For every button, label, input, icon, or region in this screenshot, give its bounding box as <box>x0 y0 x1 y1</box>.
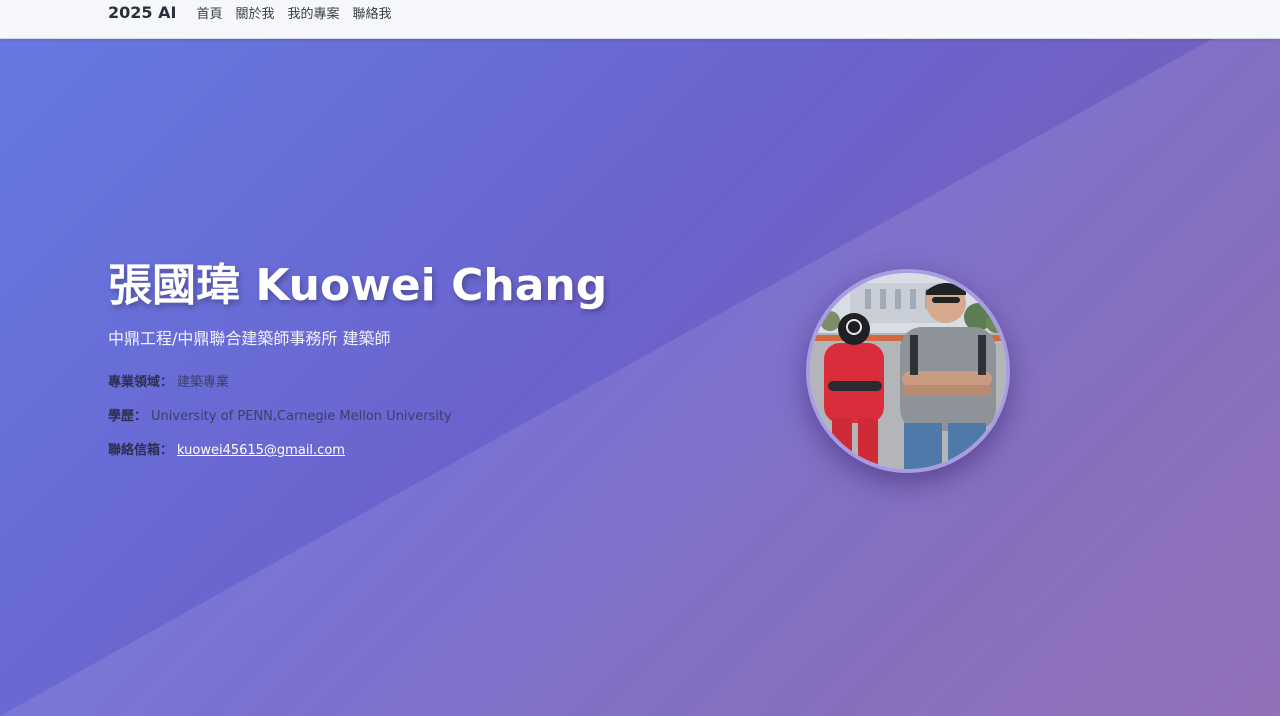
info-label-expertise: 專業領域： <box>108 375 174 390</box>
info-label-email: 聯絡信箱： <box>108 443 174 458</box>
nav-link-contact[interactable]: 聯絡我 <box>352 3 391 22</box>
nav-link-about[interactable]: 關於我 <box>235 3 274 22</box>
info-row-email: 聯絡信箱： kuowei45615@gmail.com <box>108 439 728 473</box>
nav-link-home[interactable]: 首頁 <box>196 3 222 22</box>
profile-avatar <box>806 269 1010 473</box>
hero-content: 張國瑋 Kuowei Chang 中鼎工程/中鼎聯合建築師事務所 建築師 專業領… <box>108 257 728 473</box>
info-value-expertise: 建築專業 <box>177 375 230 390</box>
nav-link-projects[interactable]: 我的專案 <box>287 3 339 22</box>
hero-subtitle: 中鼎工程/中鼎聯合建築師事務所 建築師 <box>108 329 391 348</box>
info-list: 專業領域： 建築專業 學歷： University of PENN,Carneg… <box>108 371 728 473</box>
email-link[interactable]: kuowei45615@gmail.com <box>177 443 345 458</box>
profile-photo <box>810 273 1006 469</box>
hero-name-heading: 張國瑋 Kuowei Chang <box>108 260 608 311</box>
info-label-education: 學歷： <box>108 409 148 424</box>
info-value-education: University of PENN,Carnegie Mellon Unive… <box>151 409 452 424</box>
hero-section: 張國瑋 Kuowei Chang 中鼎工程/中鼎聯合建築師事務所 建築師 專業領… <box>0 39 1280 716</box>
brand-logo[interactable]: 2025 AI <box>108 3 176 22</box>
nav-links: 首頁 關於我 我的專案 聯絡我 <box>196 3 391 22</box>
info-row-expertise: 專業領域： 建築專業 <box>108 371 728 405</box>
top-navbar: 2025 AI 首頁 關於我 我的專案 聯絡我 <box>0 0 1280 39</box>
info-row-education: 學歷： University of PENN,Carnegie Mellon U… <box>108 405 728 439</box>
